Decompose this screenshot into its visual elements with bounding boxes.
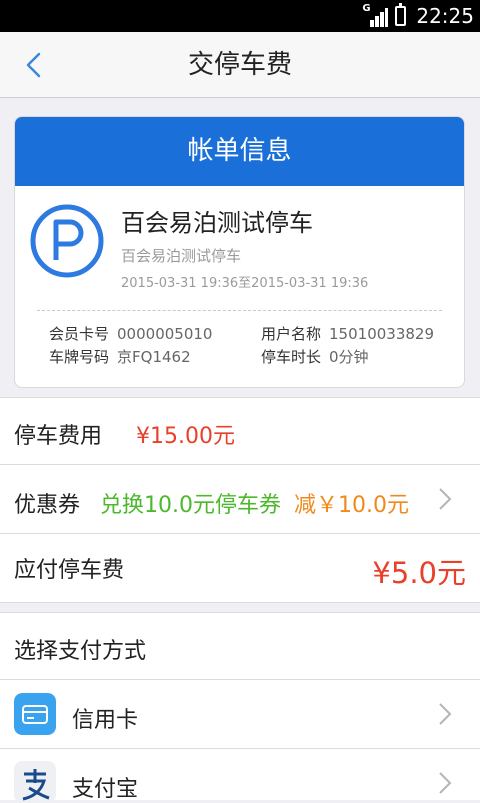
status-bar: G 22:25 <box>0 0 480 32</box>
amount-due-value: ¥5.0元 <box>372 556 466 590</box>
coupon-label: 优惠券 <box>14 493 81 518</box>
divider <box>0 602 480 603</box>
status-time: 22:25 <box>416 4 474 28</box>
page-title: 交停车费 <box>187 50 292 80</box>
credit-card-icon <box>14 693 56 735</box>
duration-label: 停车时长 <box>261 348 322 366</box>
payment-section-header: 选择支付方式 <box>0 613 480 679</box>
coupon-discount: 减￥10.0元 <box>294 493 409 518</box>
battery-icon <box>395 3 407 26</box>
payment-section-label: 选择支付方式 <box>14 639 147 664</box>
coupon-row[interactable]: 优惠券 兑换10.0元停车券 减￥10.0元 <box>0 465 480 533</box>
user-name-info: 用户名称 15010033829 <box>261 323 434 344</box>
user-name-label: 用户名称 <box>261 325 322 343</box>
parking-lot-subtitle: 百会易泊测试停车 <box>121 247 242 265</box>
parking-time-range: 2015-03-31 19:36至2015-03-31 19:36 <box>121 276 369 291</box>
amount-due-label: 应付停车费 <box>14 558 125 583</box>
member-card-label: 会员卡号 <box>49 325 110 343</box>
member-card-value: 0000005010 <box>117 325 213 343</box>
parking-logo-icon <box>30 204 104 278</box>
member-card-info: 会员卡号 0000005010 <box>49 323 212 344</box>
payment-method-alipay[interactable]: 支付宝 <box>0 749 480 803</box>
chevron-right-icon <box>439 488 452 510</box>
parking-fee-label: 停车费用 <box>14 424 103 449</box>
parking-fee-row: 停车费用 ¥15.00元 <box>0 398 480 464</box>
plate-value: 京FQ1462 <box>117 348 191 366</box>
alipay-icon <box>14 761 56 803</box>
coupon-value: 兑换10.0元停车券 <box>100 493 281 518</box>
duration-value: 0分钟 <box>329 348 369 366</box>
chevron-right-icon <box>439 703 452 725</box>
parking-lot-name: 百会易泊测试停车 <box>121 209 313 237</box>
bill-card: 帐单信息 百会易泊测试停车 百会易泊测试停车 2015-03-31 19:36至… <box>14 116 465 388</box>
duration-info: 停车时长 0分钟 <box>261 346 369 367</box>
payment-method-credit-card[interactable]: 信用卡 <box>0 680 480 748</box>
alipay-label: 支付宝 <box>72 777 139 802</box>
parking-fee-value: ¥15.00元 <box>136 424 235 449</box>
bill-card-header: 帐单信息 <box>15 117 464 186</box>
amount-due-row: 应付停车费 ¥5.0元 <box>0 534 480 602</box>
signal-icon: G <box>362 3 389 27</box>
credit-card-label: 信用卡 <box>72 708 139 733</box>
plate-label: 车牌号码 <box>49 348 110 366</box>
user-name-value: 15010033829 <box>329 325 434 343</box>
nav-bar: 交停车费 <box>0 32 480 98</box>
dashed-divider <box>37 310 442 311</box>
chevron-right-icon <box>439 772 452 794</box>
network-type: G <box>362 3 371 14</box>
plate-info: 车牌号码 京FQ1462 <box>49 346 191 367</box>
status-icons: G <box>362 3 407 27</box>
